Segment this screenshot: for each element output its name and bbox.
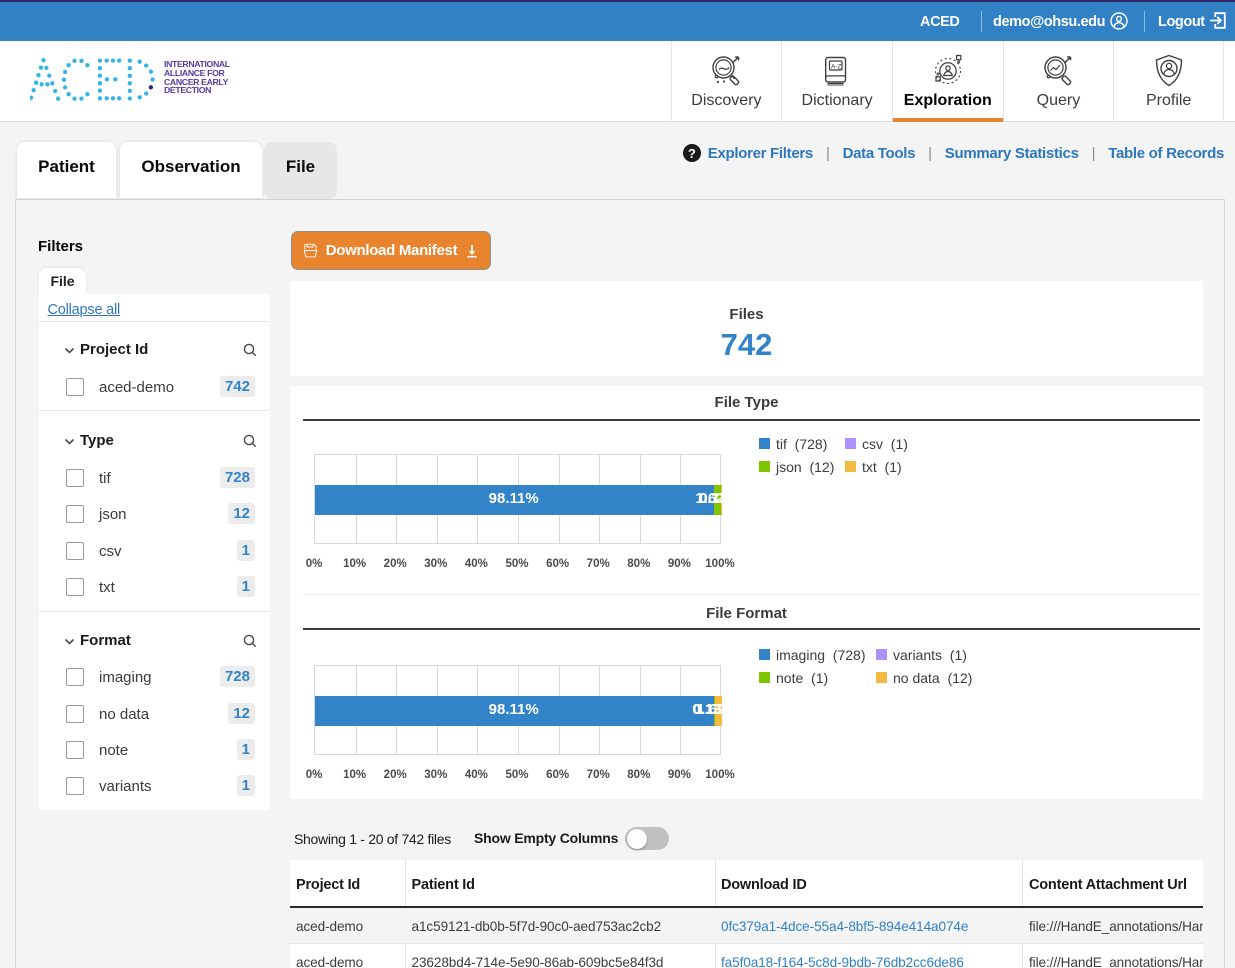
svg-text:A-Z: A-Z	[831, 63, 842, 70]
